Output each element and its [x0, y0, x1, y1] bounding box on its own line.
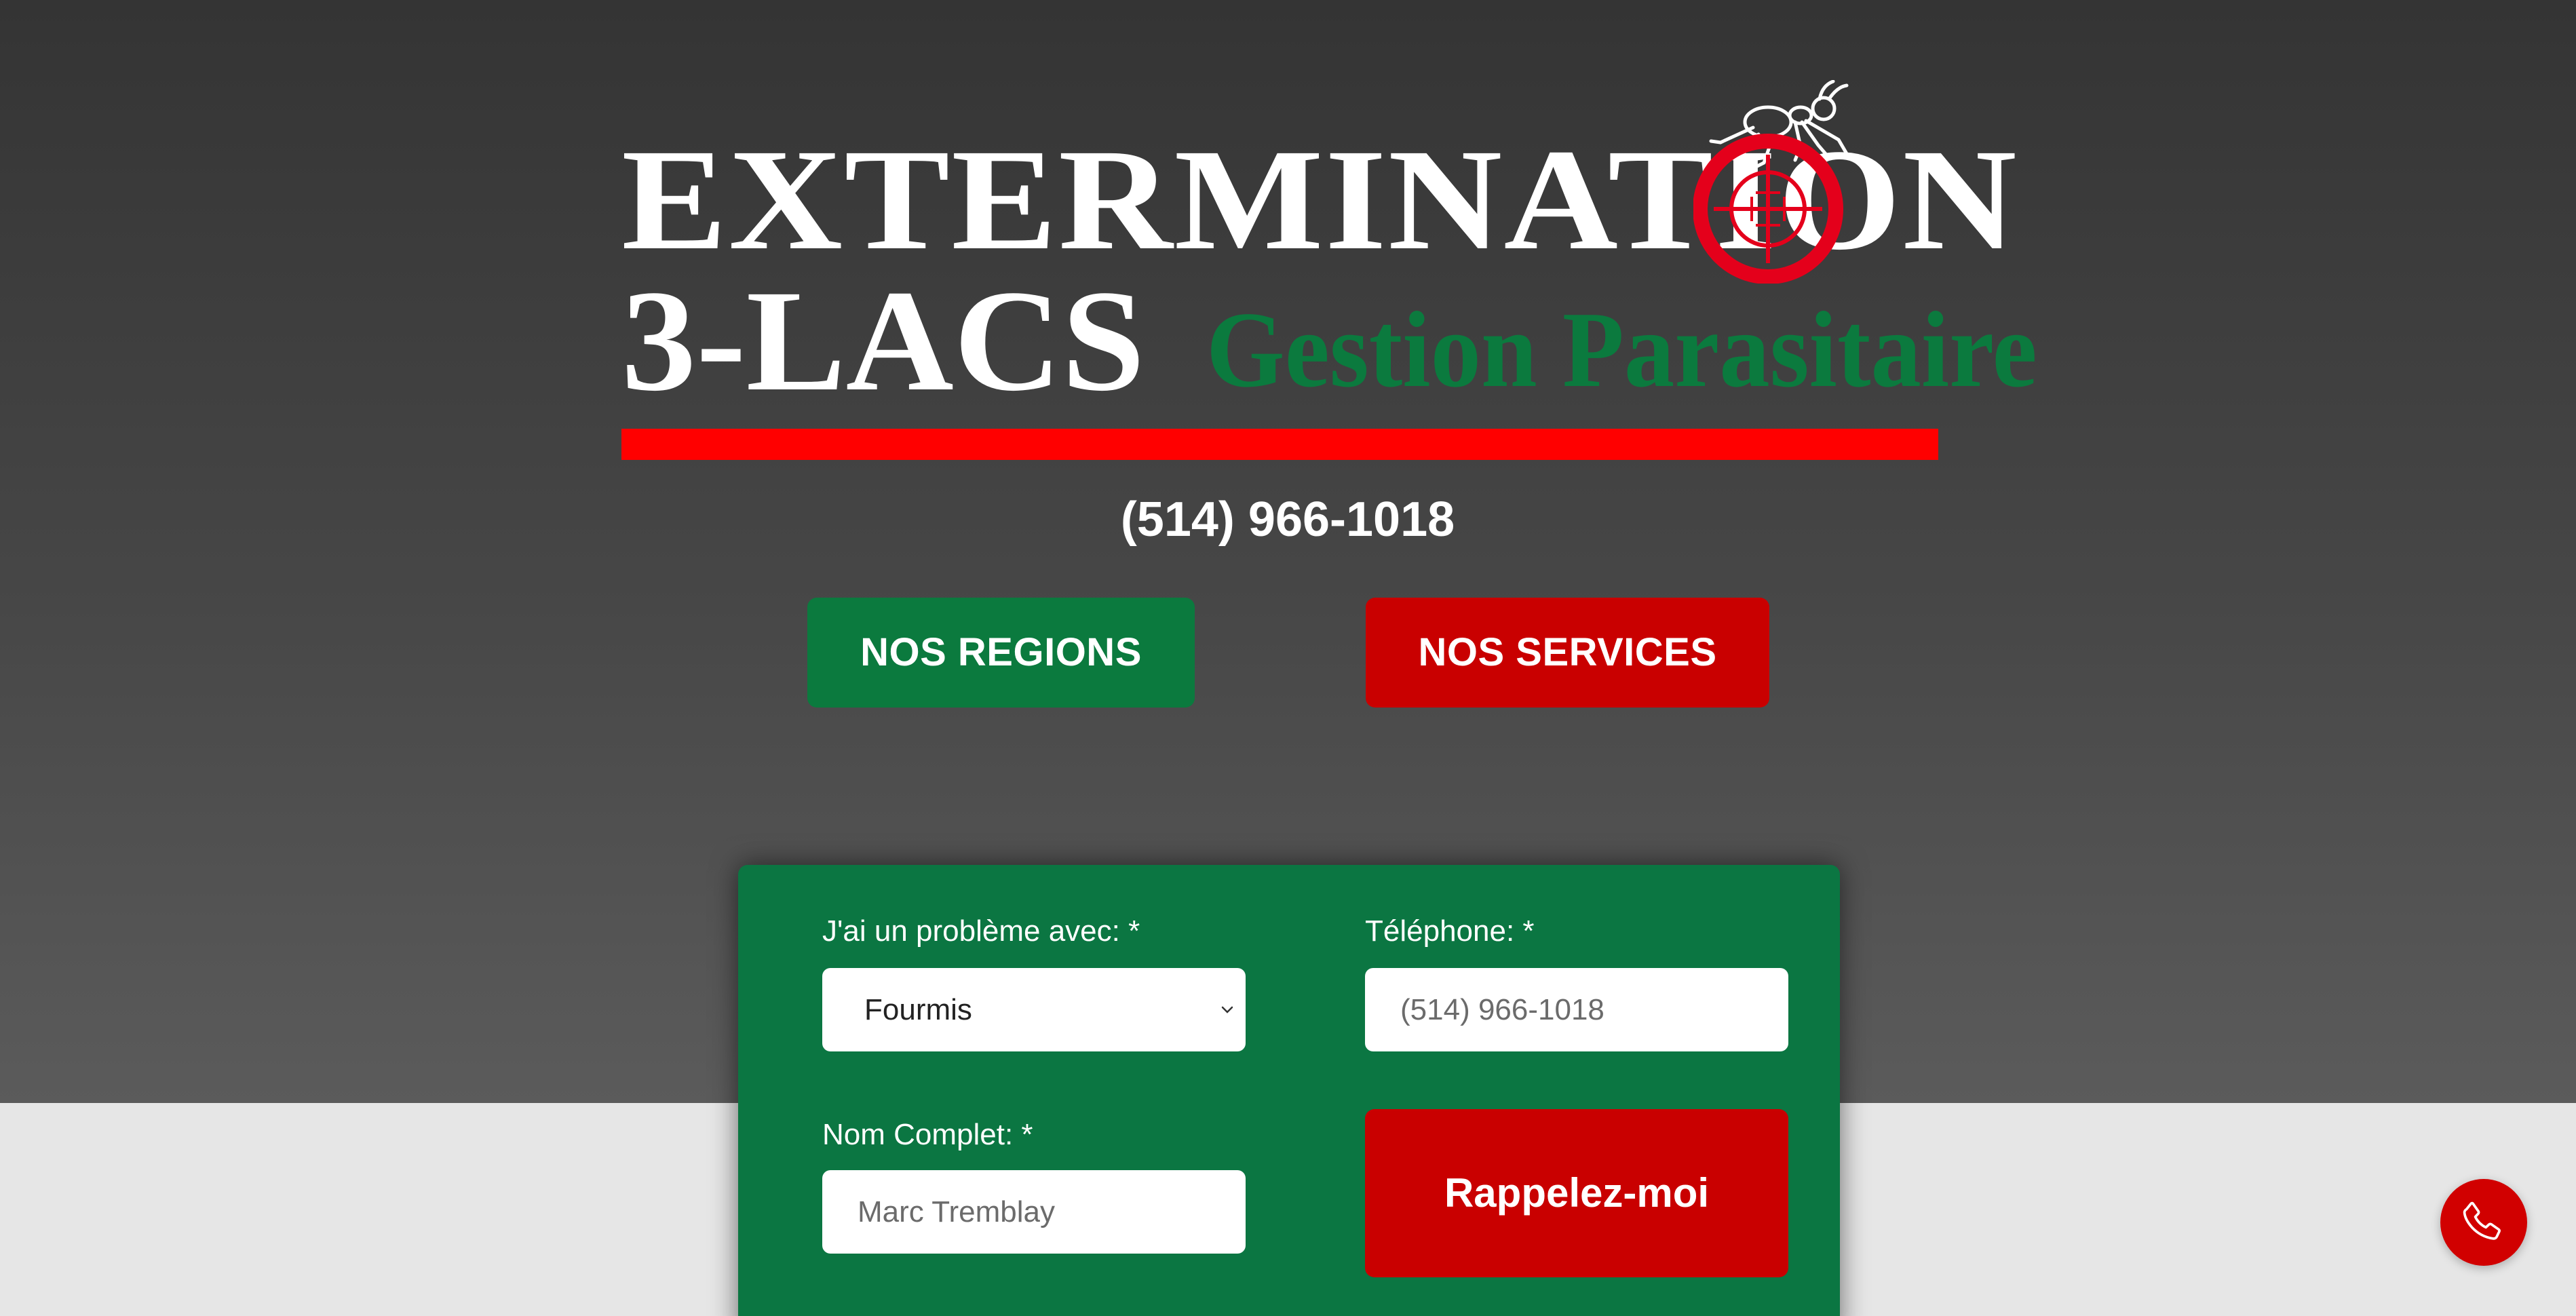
- problem-select-value: Fourmis: [864, 993, 972, 1026]
- header-phone-number[interactable]: (514) 966-1018: [947, 486, 1628, 554]
- logo-tagline: Gestion Parasitaire: [1206, 289, 2037, 410]
- problem-label: J'ai un problème avec: *: [822, 914, 1140, 948]
- page: EXTERMINATION 3-LACS Gestion Parasitaire: [0, 0, 2576, 1316]
- company-logo[interactable]: EXTERMINATION 3-LACS Gestion Parasitaire: [621, 80, 2037, 465]
- name-label: Nom Complet: *: [822, 1118, 1033, 1151]
- problem-select[interactable]: Fourmis: [822, 968, 1246, 1051]
- phone-input[interactable]: (514) 966-1018: [1365, 968, 1788, 1051]
- chevron-down-icon: [1221, 1006, 1233, 1013]
- nos-regions-button[interactable]: NOS REGIONS: [807, 598, 1195, 708]
- call-floating-button[interactable]: [2440, 1179, 2527, 1266]
- phone-icon: [2463, 1201, 2501, 1240]
- logo-underline-bar: [621, 429, 1938, 460]
- rappelez-moi-button[interactable]: Rappelez-moi: [1365, 1109, 1788, 1277]
- phone-label: Téléphone: *: [1365, 914, 1535, 948]
- full-name-input[interactable]: Marc Tremblay: [822, 1170, 1246, 1254]
- ant-crosshair-icon: [1693, 80, 1850, 284]
- logo-title-line2: 3-LACS: [621, 260, 1145, 421]
- nos-services-button[interactable]: NOS SERVICES: [1366, 598, 1769, 708]
- callback-form: J'ai un problème avec: * Fourmis Télépho…: [738, 865, 1840, 1316]
